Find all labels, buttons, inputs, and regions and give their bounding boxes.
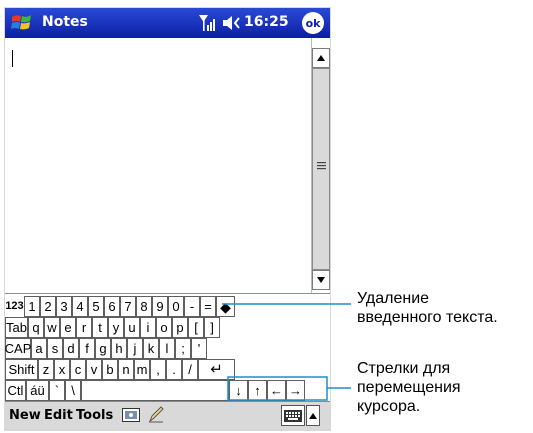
- key-h[interactable]: h: [111, 338, 127, 359]
- key-v[interactable]: v: [86, 359, 102, 380]
- key-n[interactable]: n: [118, 359, 134, 380]
- arrow-up-icon: [317, 55, 325, 61]
- key-o[interactable]: o: [156, 317, 172, 338]
- callout-line-2: перемещения: [357, 379, 461, 396]
- key-slash[interactable]: /: [182, 359, 198, 380]
- key-9[interactable]: 9: [152, 296, 168, 317]
- backspace-key[interactable]: ◆: [216, 296, 235, 317]
- key-z[interactable]: z: [38, 359, 54, 380]
- key-u[interactable]: u: [124, 317, 140, 338]
- key-y[interactable]: y: [108, 317, 124, 338]
- callout-line-3: курсора.: [357, 398, 421, 415]
- key-l[interactable]: l: [159, 338, 175, 359]
- key-1[interactable]: 1: [24, 296, 40, 317]
- windows-start-icon[interactable]: [9, 11, 37, 35]
- key-p[interactable]: p: [172, 317, 188, 338]
- key-6[interactable]: 6: [104, 296, 120, 317]
- key-s[interactable]: s: [47, 338, 63, 359]
- key-minus[interactable]: -: [184, 296, 200, 317]
- ok-button[interactable]: ok: [302, 12, 324, 34]
- space-key[interactable]: [81, 380, 229, 401]
- clock-time[interactable]: 16:25: [244, 14, 289, 30]
- note-text-area[interactable]: [5, 38, 311, 293]
- key-i[interactable]: i: [140, 317, 156, 338]
- soft-keyboard[interactable]: 123 1 2 3 4 5 6 7 8 9 0 - = ◆ Tab q w e …: [5, 293, 330, 401]
- key-r[interactable]: r: [76, 317, 92, 338]
- key-backtick[interactable]: `: [49, 380, 65, 401]
- key-right-bracket[interactable]: ]: [204, 317, 220, 338]
- menu-bar: New Edit Tools: [5, 401, 330, 430]
- key-t[interactable]: t: [92, 317, 108, 338]
- key-comma[interactable]: ,: [150, 359, 166, 380]
- key-caps[interactable]: CAP: [5, 338, 31, 359]
- key-7[interactable]: 7: [120, 296, 136, 317]
- arrow-down-icon: [317, 277, 325, 283]
- vertical-scrollbar[interactable]: [311, 38, 330, 293]
- signal-icon[interactable]: [198, 14, 218, 32]
- key-ctrl[interactable]: Ctl: [5, 380, 26, 401]
- callout-line-1: Удаление: [357, 290, 430, 307]
- menu-new[interactable]: New: [9, 408, 41, 423]
- key-left-bracket[interactable]: [: [188, 317, 204, 338]
- key-k[interactable]: k: [143, 338, 159, 359]
- key-c[interactable]: c: [70, 359, 86, 380]
- key-e[interactable]: e: [60, 317, 76, 338]
- callout-line-2: введенного текста.: [357, 309, 498, 326]
- key-shift[interactable]: Shift: [5, 359, 38, 380]
- key-3[interactable]: 3: [56, 296, 72, 317]
- backspace-callout-text: Удаление введенного текста.: [357, 289, 498, 327]
- key-2[interactable]: 2: [40, 296, 56, 317]
- arrow-keys-callout-text: Стрелки для перемещения курсора.: [357, 359, 461, 416]
- scroll-down-button[interactable]: [312, 270, 330, 290]
- grip-icon: [317, 162, 326, 170]
- arrow-up-key[interactable]: ↑: [248, 380, 267, 401]
- key-4[interactable]: 4: [72, 296, 88, 317]
- key-f[interactable]: f: [79, 338, 95, 359]
- arrow-down-key[interactable]: ↓: [229, 380, 248, 401]
- key-x[interactable]: x: [54, 359, 70, 380]
- arrow-left-key[interactable]: ←: [267, 380, 286, 401]
- key-tab[interactable]: Tab: [5, 317, 28, 338]
- menu-tools[interactable]: Tools: [76, 408, 113, 423]
- key-a[interactable]: a: [31, 338, 47, 359]
- arrow-right-key[interactable]: →: [286, 380, 305, 401]
- key-w[interactable]: w: [44, 317, 60, 338]
- key-0[interactable]: 0: [168, 296, 184, 317]
- arrow-up-icon: [309, 412, 317, 419]
- scroll-thumb[interactable]: [312, 68, 330, 270]
- key-m[interactable]: m: [134, 359, 150, 380]
- key-apostrophe[interactable]: ': [191, 338, 207, 359]
- recording-icon[interactable]: [122, 408, 140, 422]
- key-123[interactable]: 123: [5, 296, 24, 317]
- title-bar: Notes 16:25 ok: [5, 8, 330, 38]
- key-j[interactable]: j: [127, 338, 143, 359]
- key-equals[interactable]: =: [200, 296, 216, 317]
- input-menu-arrow-button[interactable]: [306, 405, 320, 426]
- key-b[interactable]: b: [102, 359, 118, 380]
- key-5[interactable]: 5: [88, 296, 104, 317]
- key-backslash[interactable]: \: [65, 380, 81, 401]
- keyboard-icon: [284, 410, 302, 422]
- pen-icon[interactable]: [148, 406, 164, 423]
- menu-edit[interactable]: Edit: [44, 408, 73, 423]
- key-g[interactable]: g: [95, 338, 111, 359]
- enter-key[interactable]: ↵: [198, 359, 235, 380]
- volume-icon[interactable]: [222, 15, 242, 31]
- text-cursor: [12, 50, 13, 67]
- key-international[interactable]: áü: [26, 380, 49, 401]
- app-title: Notes: [42, 14, 88, 30]
- key-semicolon[interactable]: ;: [175, 338, 191, 359]
- pocket-pc-screen: Notes 16:25 ok 123 1 2 3 4 5 6 7 8 9 0 -…: [5, 8, 330, 430]
- input-panel-button[interactable]: [281, 405, 305, 426]
- scroll-up-button[interactable]: [312, 48, 330, 68]
- key-q[interactable]: q: [28, 317, 44, 338]
- key-d[interactable]: d: [63, 338, 79, 359]
- key-8[interactable]: 8: [136, 296, 152, 317]
- callout-line-1: Стрелки для: [357, 360, 451, 377]
- key-period[interactable]: .: [166, 359, 182, 380]
